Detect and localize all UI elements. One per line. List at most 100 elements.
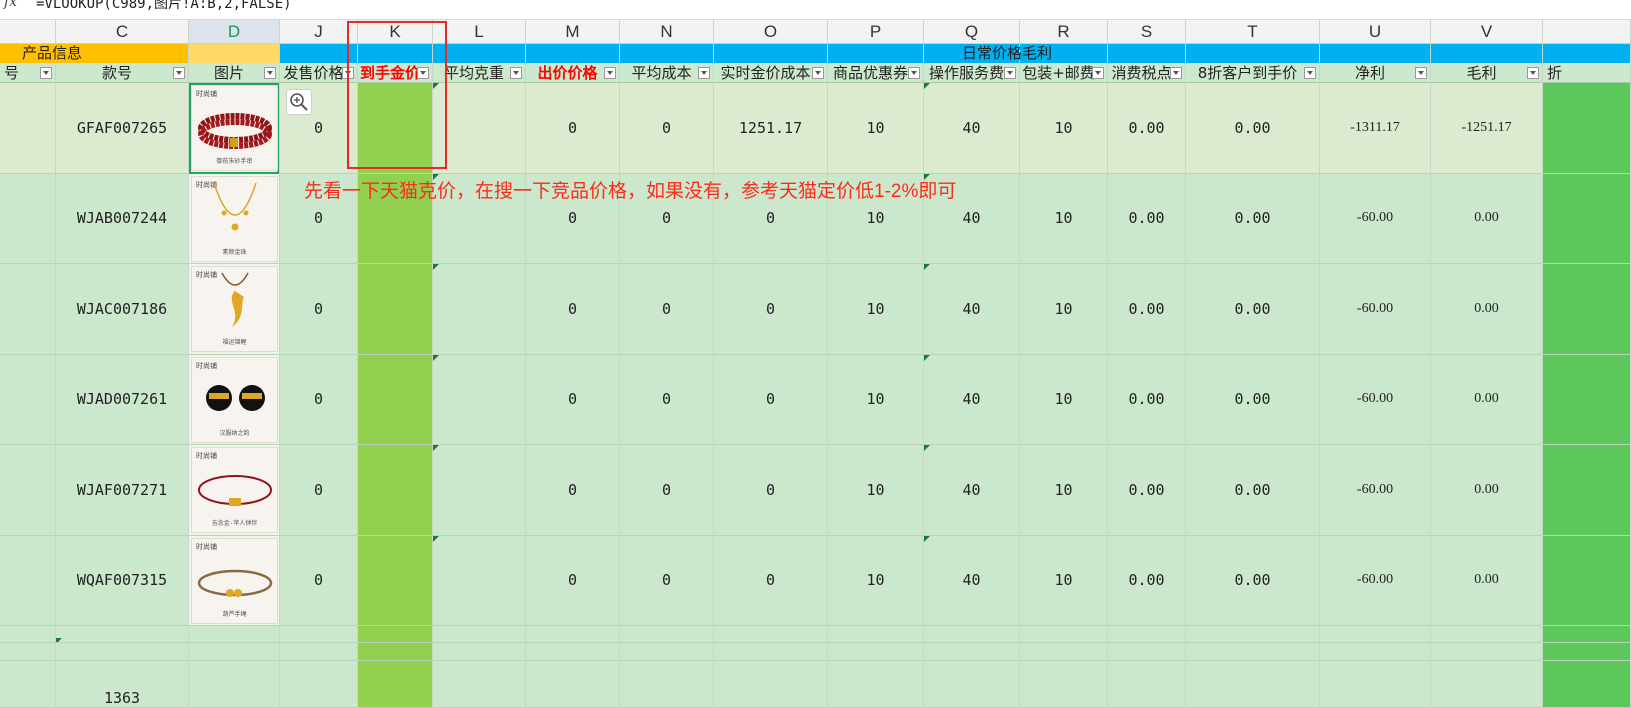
cell-r-extra[interactable] [1020,643,1107,661]
field-header-u[interactable]: 净利 [1320,63,1430,83]
filter-dropdown-icon[interactable] [510,67,522,79]
field-header-j[interactable]: 发售价格 [280,63,357,83]
column-header-q[interactable]: Q [924,20,1019,44]
cell-l-extra[interactable] [433,626,525,643]
cell-l-extra[interactable] [433,661,525,708]
product-image[interactable]: 时尚铺 御前朱砂手串 [191,85,278,171]
column-header-j[interactable]: J [280,20,357,44]
cell-w-extra[interactable] [1543,643,1630,661]
cell-c[interactable]: WQAF007315 [56,535,188,626]
cell-j[interactable]: 0 [280,354,357,445]
cell-u[interactable]: -60.00 [1320,445,1430,536]
product-image[interactable]: 时尚铺 汉服纳之韵 [191,356,278,443]
column-header-v[interactable]: V [1431,20,1542,44]
cell-w-extra[interactable] [1543,626,1630,643]
cell-s-extra[interactable] [1108,626,1185,643]
cell-n[interactable]: 0 [620,535,713,626]
filter-dropdown-icon[interactable] [812,67,824,79]
cell-d[interactable]: 时尚铺 葫芦手绳 [189,535,279,626]
cell-r[interactable]: 10 [1020,173,1107,264]
cell-r[interactable]: 10 [1020,535,1107,626]
cell-c[interactable]: WJAD007261 [56,354,188,445]
column-header-p[interactable]: P [828,20,923,44]
cell-t[interactable]: 0.00 [1186,354,1319,445]
cell-v-extra[interactable] [1431,626,1542,643]
cell-q-extra[interactable] [924,661,1019,708]
cell-u[interactable]: -60.00 [1320,173,1430,264]
cell-o-extra[interactable] [714,626,827,643]
cell-u-extra[interactable] [1320,643,1430,661]
filter-dropdown-icon[interactable] [264,67,276,79]
cell-u[interactable]: -60.00 [1320,354,1430,445]
cell-p[interactable]: 10 [828,535,923,626]
cell-s[interactable]: 0.00 [1108,535,1185,626]
cell-l[interactable] [433,354,525,445]
cell-c[interactable]: WJAC007186 [56,264,188,355]
cell-c-extra[interactable] [56,643,188,661]
cell-m[interactable]: 0 [526,83,619,174]
field-header-o[interactable]: 实时金价成本 [714,63,827,83]
column-header-m[interactable]: M [526,20,619,44]
cell-j[interactable]: 0 [280,535,357,626]
cell-k[interactable] [358,445,432,536]
cell-d[interactable]: 时尚铺 素颜金珠 [189,173,279,264]
cell-b[interactable] [0,173,55,264]
field-header-n[interactable]: 平均成本 [620,63,713,83]
cell-d-extra[interactable] [189,661,279,708]
cell-v[interactable]: -1251.17 [1431,83,1542,174]
field-header-c[interactable]: 款号 [56,63,188,83]
cell-l[interactable] [433,264,525,355]
cell-k-extra[interactable] [358,661,432,708]
filter-dropdown-icon[interactable] [604,67,616,79]
cell-t-extra[interactable] [1186,643,1319,661]
cell-s-extra[interactable] [1108,643,1185,661]
column-header-o[interactable]: O [714,20,827,44]
cell-v[interactable]: 0.00 [1431,445,1542,536]
cell-q-extra[interactable] [924,626,1019,643]
cell-n-extra[interactable] [620,661,713,708]
fx-icon[interactable]: fx [4,0,17,10]
cell-c-extra[interactable]: 1363 [56,661,188,708]
cell-r-extra[interactable] [1020,661,1107,708]
cell-n[interactable]: 0 [620,83,713,174]
filter-dropdown-icon[interactable] [1092,67,1104,79]
cell-l[interactable] [433,445,525,536]
cell-p-extra[interactable] [828,661,923,708]
field-header-p[interactable]: 商品优惠券 [828,63,923,83]
field-header-q[interactable]: 操作服务费 [924,63,1019,83]
cell-u-extra[interactable] [1320,661,1430,708]
cell-r[interactable]: 10 [1020,83,1107,174]
cell-j-extra[interactable] [280,661,357,708]
cell-n-extra[interactable] [620,626,713,643]
cell-u[interactable]: -60.00 [1320,264,1430,355]
cell-o-extra[interactable] [714,643,827,661]
cell-c[interactable]: WJAB007244 [56,173,188,264]
cell-r[interactable]: 10 [1020,445,1107,536]
cell-w[interactable] [1543,173,1630,264]
cell-w[interactable] [1543,354,1630,445]
column-header-u[interactable]: U [1320,20,1430,44]
product-image[interactable]: 时尚铺 福运锦鲤 [191,266,278,352]
filter-dropdown-icon[interactable] [1304,67,1316,79]
cell-m[interactable]: 0 [526,264,619,355]
cell-p[interactable]: 10 [828,445,923,536]
cell-p[interactable]: 10 [828,83,923,174]
cell-c[interactable]: GFAF007265 [56,83,188,174]
cell-n[interactable]: 0 [620,354,713,445]
cell-w-extra[interactable] [1543,661,1630,708]
cell-j-extra[interactable] [280,643,357,661]
cell-u[interactable]: -1311.17 [1320,83,1430,174]
formula-text[interactable]: =VLOOKUP(C989,图片!A:B,2,FALSE) [36,0,292,13]
cell-r-extra[interactable] [1020,626,1107,643]
cell-s[interactable]: 0.00 [1108,83,1185,174]
cell-q[interactable]: 40 [924,445,1019,536]
column-header-b[interactable] [0,20,55,44]
cell-n[interactable]: 0 [620,445,713,536]
column-header-t[interactable]: T [1186,20,1319,44]
cell-b[interactable] [0,535,55,626]
cell-b-extra[interactable] [0,661,55,708]
product-image[interactable]: 时尚铺 素颜金珠 [191,175,278,262]
cell-q[interactable]: 40 [924,264,1019,355]
cell-c-extra[interactable] [56,626,188,643]
cell-d[interactable]: 时尚铺 御前朱砂手串 [189,83,279,174]
